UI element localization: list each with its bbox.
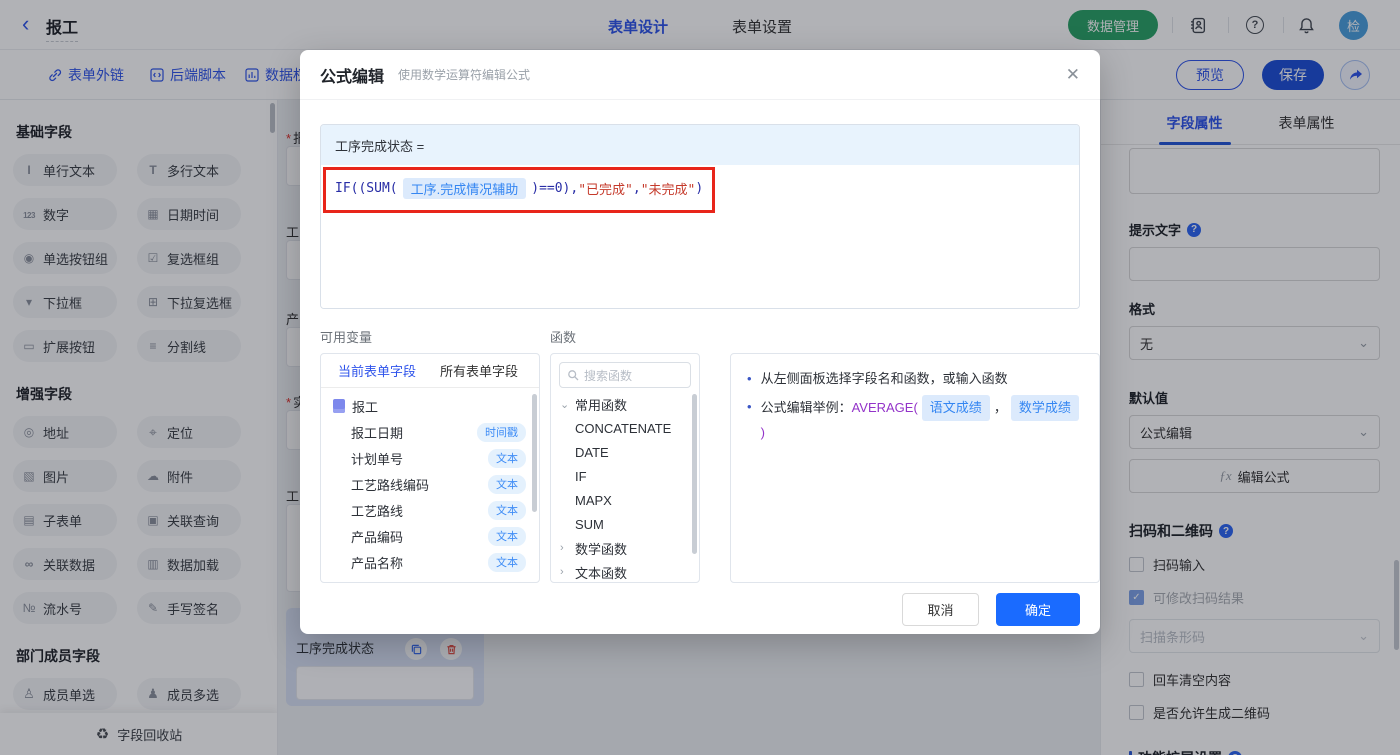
functions-label: 函数 xyxy=(550,330,577,345)
example-function-open: AVERAGE( xyxy=(851,400,918,415)
example-field-pill: 数学成绩 xyxy=(1010,395,1079,421)
variable-type-tag: 文本 xyxy=(488,500,526,520)
variables-tabs: 当前表单字段 所有表单字段 xyxy=(321,354,539,388)
function-search-input[interactable]: 搜索函数 xyxy=(559,362,691,388)
formula-line: IF((SUM( 工序.完成情况辅助 )==0), "已完成" , "未完成" … xyxy=(335,178,1065,199)
function-group-text[interactable]: › 文本函数 xyxy=(551,560,699,582)
variable-type-tag: 文本 xyxy=(488,448,526,468)
cancel-button[interactable]: 取消 xyxy=(902,593,979,626)
formula-segment: IF((SUM( xyxy=(335,181,398,196)
variable-item[interactable]: 工艺路线 文本 xyxy=(321,497,539,523)
formula-segment: "未完成" xyxy=(640,183,696,198)
modal-header: 公式编辑 使用数学运算符编辑公式 ✕ xyxy=(300,50,1100,100)
variables-panel: 当前表单字段 所有表单字段 报工 报工日期 时间戳 计划单号 文本 工艺路线编码… xyxy=(320,353,540,583)
variable-name: 报工日期 xyxy=(351,425,404,441)
functions-panel: 搜索函数 ⌄ 常用函数 CONCATENATE DATE IF MAPX SUM… xyxy=(550,353,700,583)
variables-list: 报工日期 时间戳 计划单号 文本 工艺路线编码 文本 工艺路线 文本 产品编码 … xyxy=(321,419,539,575)
variable-name: 产品名称 xyxy=(351,555,404,571)
example-function-close: ) xyxy=(760,425,765,440)
hint-line-1: • 从左侧面板选择字段名和函数，或输入函数 xyxy=(747,367,1083,391)
hints-panel: • 从左侧面板选择字段名和函数，或输入函数 • 公式编辑举例： AVERAGE(… xyxy=(730,353,1100,583)
variable-type-tag: 文本 xyxy=(488,474,526,494)
function-item[interactable]: DATE xyxy=(551,440,699,464)
variables-scrollbar[interactable] xyxy=(532,394,537,512)
function-list: CONCATENATE DATE IF MAPX SUM xyxy=(551,416,699,536)
app-root: ‹ 报工 表单设计 表单设置 数据管理 ? 检 表单外链 后端脚本 数据权 预览… xyxy=(0,0,1400,755)
form-node-label: 报工 xyxy=(352,399,379,415)
chevron-right-icon: › xyxy=(560,566,564,578)
function-item[interactable]: CONCATENATE xyxy=(551,416,699,440)
formula-block: 工序完成状态 = IF((SUM( 工序.完成情况辅助 )==0), "已完成"… xyxy=(320,124,1080,309)
confirm-button[interactable]: 确定 xyxy=(996,593,1080,626)
function-name: MAPX xyxy=(575,492,612,508)
variable-type-tag: 文本 xyxy=(488,526,526,546)
variable-name: 计划单号 xyxy=(351,451,404,467)
function-group-math[interactable]: › 数学函数 xyxy=(551,536,699,560)
function-name: DATE xyxy=(575,444,609,460)
modal-title: 公式编辑 xyxy=(320,68,385,86)
chevron-right-icon: › xyxy=(560,542,564,554)
bullet-icon: • xyxy=(747,399,752,414)
formula-input-area[interactable]: IF((SUM( 工序.完成情况辅助 )==0), "已完成" , "未完成" … xyxy=(321,165,1079,308)
variable-item[interactable]: 报工日期 时间戳 xyxy=(321,419,539,445)
variable-item[interactable]: 计划单号 文本 xyxy=(321,445,539,471)
close-icon[interactable]: ✕ xyxy=(1066,65,1080,85)
variables-label: 可用变量 xyxy=(320,330,373,345)
form-node[interactable]: 报工 xyxy=(321,393,539,419)
variable-name: 工艺路线编码 xyxy=(351,477,430,493)
search-placeholder: 搜索函数 xyxy=(584,368,633,383)
function-name: SUM xyxy=(575,516,604,532)
formula-segment: ) xyxy=(695,181,704,196)
function-group-common[interactable]: ⌄ 常用函数 xyxy=(551,392,699,416)
function-item[interactable]: SUM xyxy=(551,512,699,536)
variable-item[interactable]: 产品名称 文本 xyxy=(321,549,539,575)
variable-type-tag: 文本 xyxy=(488,552,526,572)
modal-footer: 取消 确定 xyxy=(902,593,1080,626)
functions-scrollbar[interactable] xyxy=(692,394,697,554)
function-name: CONCATENATE xyxy=(575,420,672,436)
variable-name: 工艺路线 xyxy=(351,503,404,519)
chevron-down-icon: ⌄ xyxy=(560,398,570,411)
hint-line-2: • 公式编辑举例： AVERAGE( 语文成绩 ， 数学成绩 ) xyxy=(747,395,1083,445)
variable-type-tag: 时间戳 xyxy=(477,422,526,442)
modal-subtitle: 使用数学运算符编辑公式 xyxy=(398,68,531,82)
example-label: 公式编辑举例： xyxy=(760,400,852,415)
formula-target-label: 工序完成状态 = xyxy=(321,125,1079,165)
function-name: IF xyxy=(575,468,587,484)
search-icon xyxy=(568,370,579,381)
form-doc-icon xyxy=(333,399,345,413)
modal-section-labels: 可用变量 函数 xyxy=(320,327,1080,345)
variable-item[interactable]: 产品编码 文本 xyxy=(321,523,539,549)
tab-all-form-fields[interactable]: 所有表单字段 xyxy=(440,361,518,380)
formula-segment: "已完成" xyxy=(578,183,633,198)
tab-current-form-fields[interactable]: 当前表单字段 xyxy=(338,361,416,380)
variable-name: 产品编码 xyxy=(351,529,404,545)
formula-editor-modal: 公式编辑 使用数学运算符编辑公式 ✕ 工序完成状态 = IF((SUM( 工序.… xyxy=(300,50,1100,634)
formula-segment: , xyxy=(632,181,641,196)
variable-item[interactable]: 工艺路线编码 文本 xyxy=(321,471,539,497)
example-separator: ， xyxy=(993,400,1007,415)
formula-segment: )==0), xyxy=(531,181,579,196)
bullet-icon: • xyxy=(747,371,752,386)
modal-panels: 当前表单字段 所有表单字段 报工 报工日期 时间戳 计划单号 文本 工艺路线编码… xyxy=(320,353,1100,583)
example-field-pill: 语文成绩 xyxy=(921,395,990,421)
formula-segment: 工序.完成情况辅助 xyxy=(402,178,527,199)
function-item[interactable]: IF xyxy=(551,464,699,488)
function-item[interactable]: MAPX xyxy=(551,488,699,512)
